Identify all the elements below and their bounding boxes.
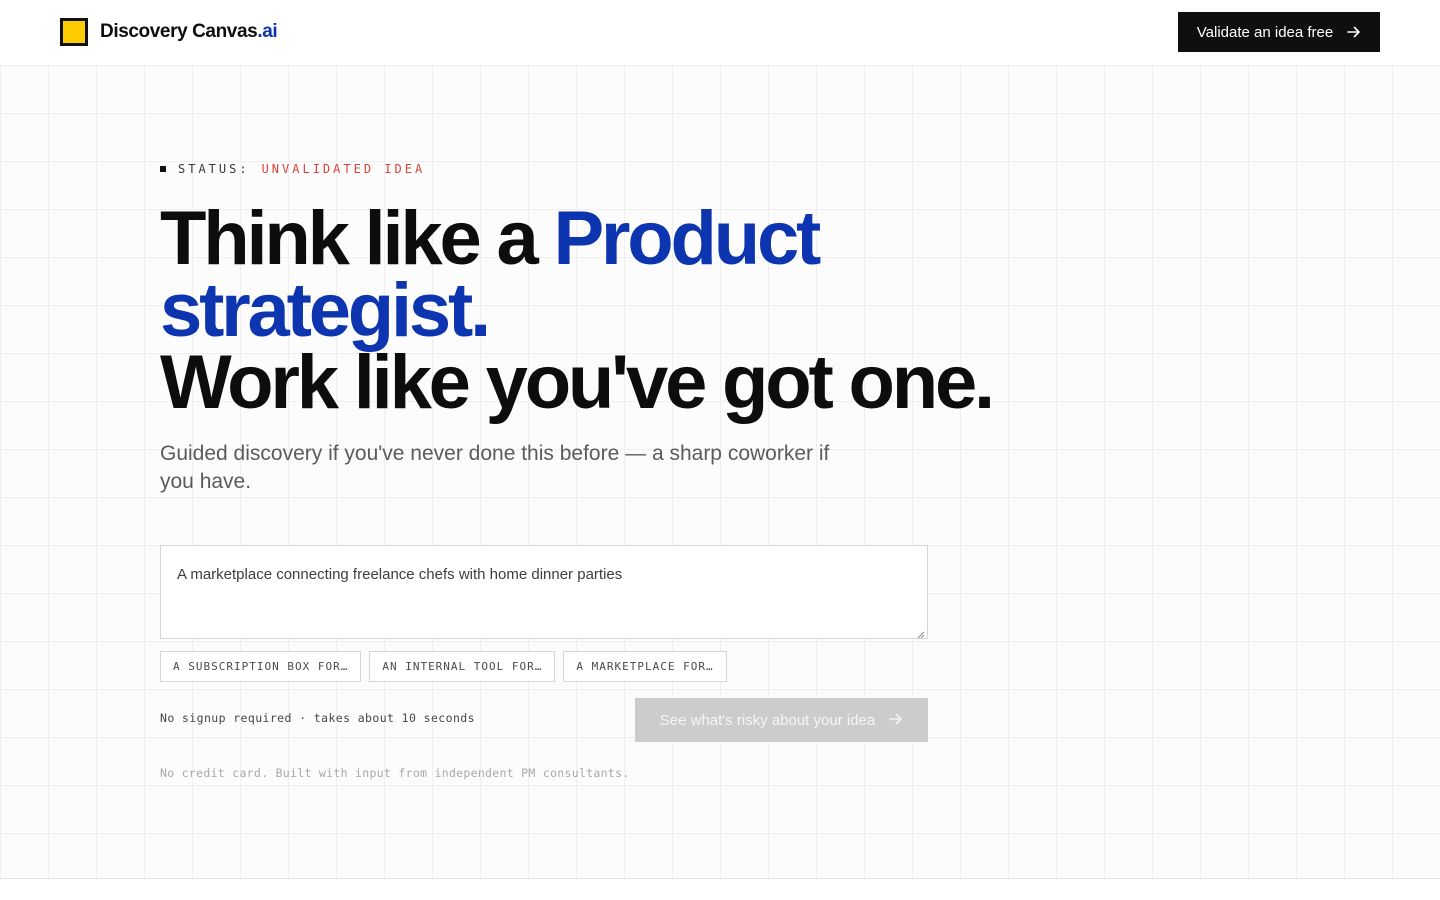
logo-mark-icon (60, 18, 88, 46)
hero-headline: Think like a Product strategist. Work li… (160, 201, 1160, 425)
brand-suffix: .ai (257, 21, 278, 42)
chip-internal-tool[interactable]: AN INTERNAL TOOL FOR… (369, 651, 556, 682)
status-square-icon (160, 166, 166, 172)
idea-suggestion-chips: A SUBSCRIPTION BOX FOR… AN INTERNAL TOOL… (160, 651, 727, 682)
brand-name: Discovery Canvas.ai (100, 21, 278, 43)
idea-input-box: A marketplace connecting freelance chefs… (160, 545, 928, 639)
hero-subhead: Guided discovery if you've never done th… (160, 442, 830, 493)
resize-grip-icon[interactable] (915, 626, 925, 639)
bottom-divider (0, 878, 1440, 900)
top-nav: Discovery Canvas.ai Validate an idea fre… (0, 0, 1440, 66)
headline-accent-product: Product (553, 196, 821, 281)
validate-idea-label: Validate an idea free (1196, 23, 1334, 41)
see-risks-button[interactable]: See what's risky about your idea (635, 698, 928, 742)
see-risks-label: See what's risky about your idea (659, 711, 876, 729)
chip-subscription-box[interactable]: A SUBSCRIPTION BOX FOR… (160, 651, 362, 682)
brand-logo[interactable]: Discovery Canvas.ai (60, 18, 278, 46)
idea-status: STATUS: UNVALIDATED IDEA (160, 161, 425, 177)
headline-line-3: Work like you've got one. (160, 340, 995, 425)
fine-print: No credit card. Built with input from in… (160, 766, 630, 780)
headline-line-1: Think like a Product (160, 201, 1160, 277)
status-label: STATUS: (178, 162, 250, 176)
signup-note: No signup required · takes about 10 seco… (160, 711, 475, 725)
idea-input[interactable]: A marketplace connecting freelance chefs… (161, 546, 927, 638)
status-value: UNVALIDATED IDEA (261, 162, 426, 176)
arrow-right-icon (1347, 26, 1361, 38)
headline-line-2: strategist. (160, 273, 1160, 349)
validate-idea-button[interactable]: Validate an idea free (1178, 12, 1380, 52)
brand-name-text: Discovery Canvas (100, 21, 258, 42)
chip-marketplace[interactable]: A MARKETPLACE FOR… (563, 651, 727, 682)
arrow-right-icon (889, 712, 903, 729)
